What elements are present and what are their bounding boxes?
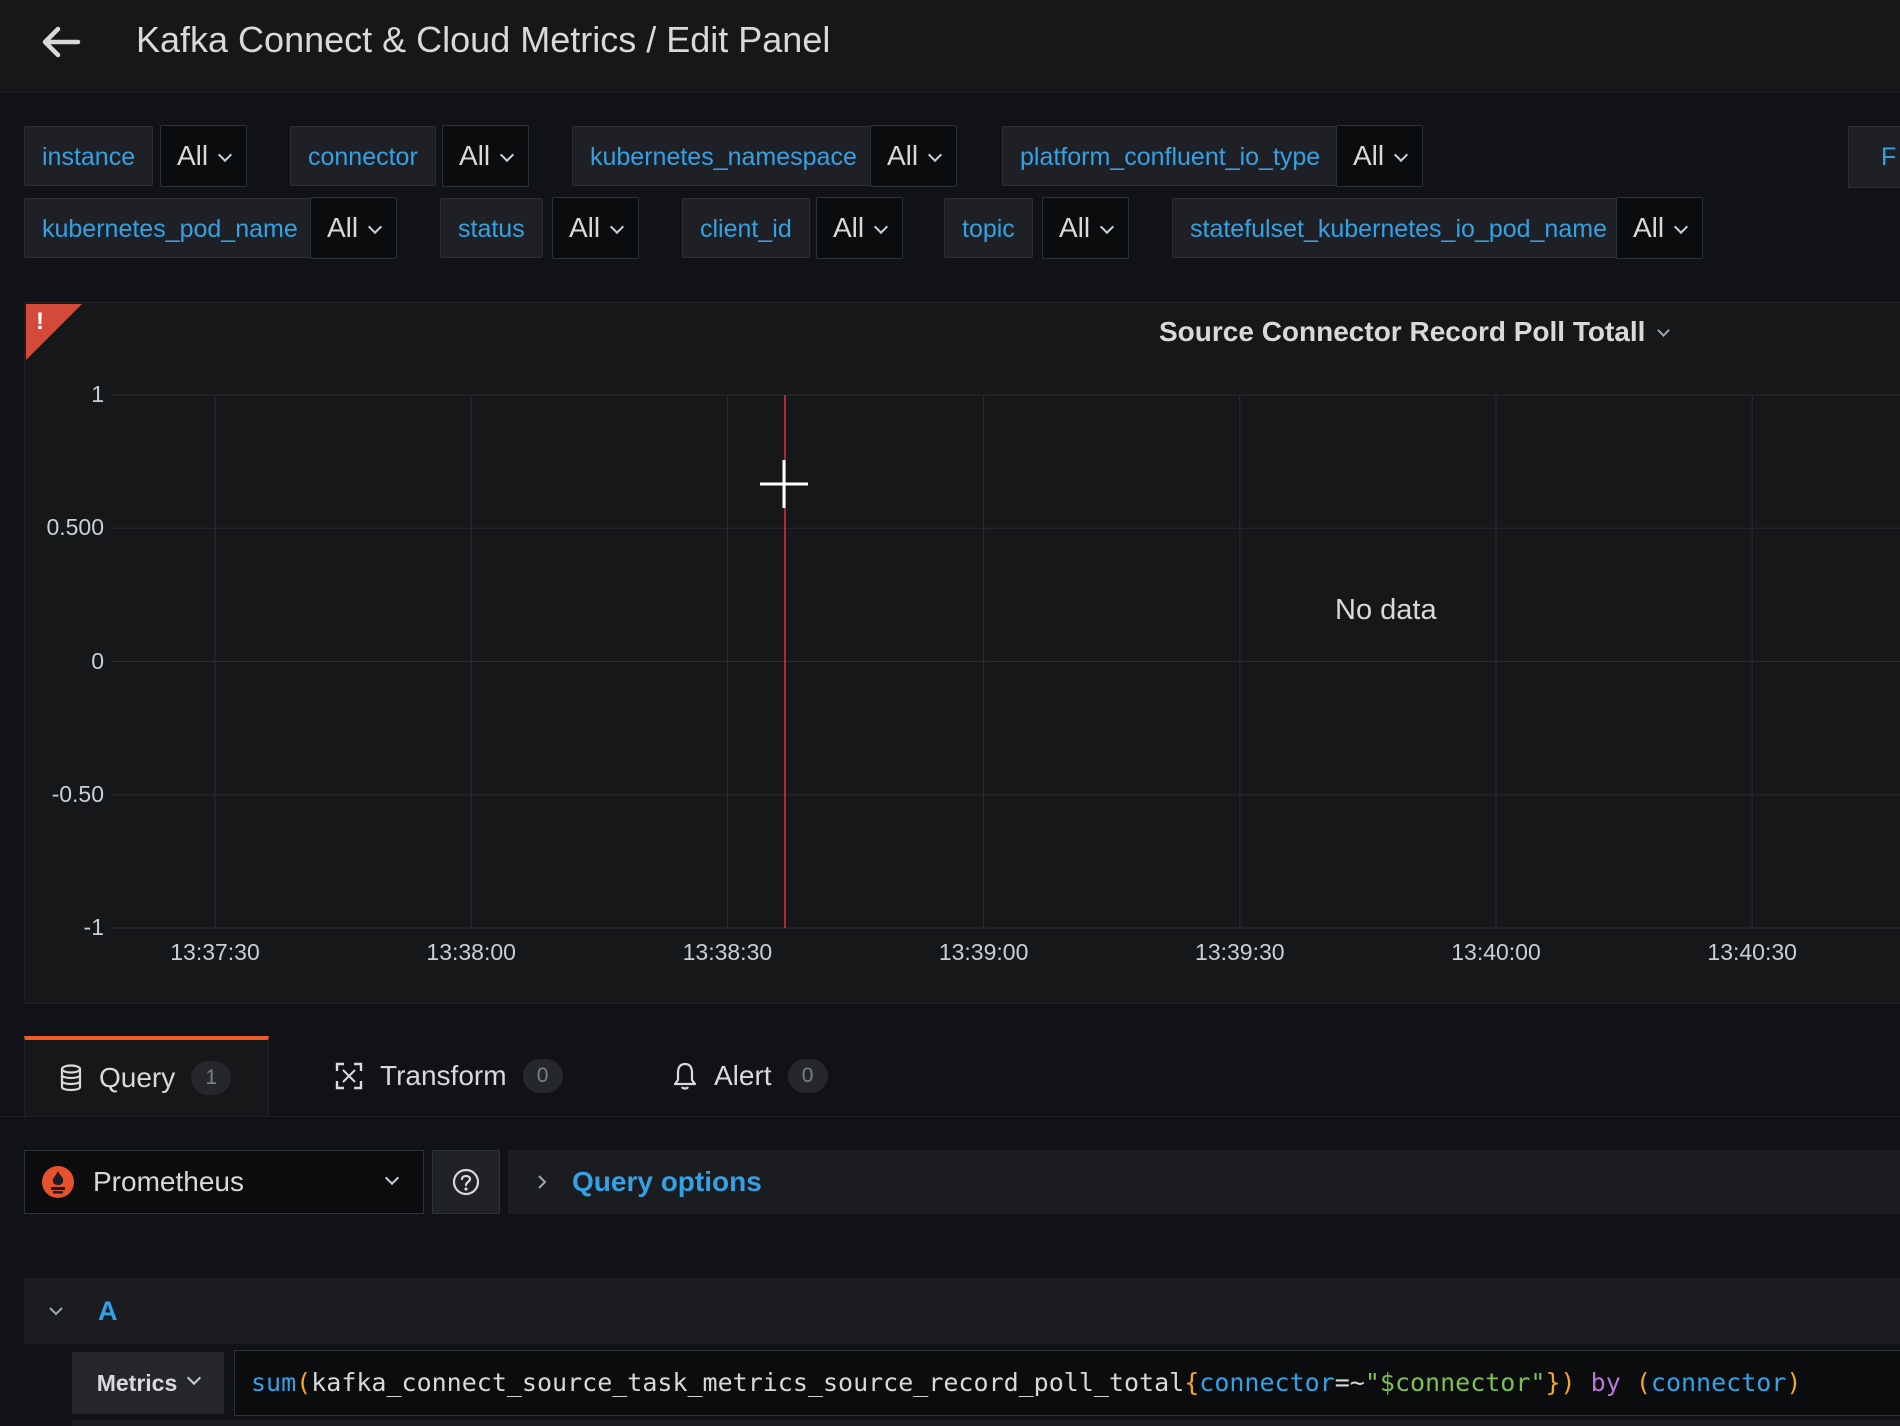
query-options-label: Query options bbox=[572, 1166, 762, 1197]
y-tick-label: 1 bbox=[91, 381, 104, 407]
tab-count-badge: 1 bbox=[191, 1061, 232, 1095]
query-token-brace: { bbox=[1184, 1368, 1200, 1397]
chevron-right-icon bbox=[538, 1175, 547, 1189]
query-token-string: "$connector" bbox=[1364, 1368, 1546, 1397]
query-token-function: sum bbox=[251, 1368, 297, 1397]
question-circle-icon bbox=[452, 1168, 480, 1196]
query-token-keyword: by bbox=[1590, 1368, 1621, 1397]
x-tick-label: 13:39:00 bbox=[938, 939, 1029, 965]
query-token-operator: =~ bbox=[1334, 1368, 1365, 1397]
bell-icon bbox=[672, 1061, 698, 1091]
tab-query[interactable]: Query 1 bbox=[24, 1036, 269, 1116]
transform-icon bbox=[334, 1061, 364, 1091]
crosshair-cursor-icon bbox=[760, 460, 808, 508]
query-token-paren: ( bbox=[296, 1368, 312, 1397]
chevron-down-icon[interactable] bbox=[46, 1301, 66, 1321]
y-tick-label: -0.50 bbox=[51, 780, 104, 807]
query-token-paren: ) bbox=[1786, 1368, 1802, 1397]
tab-count-badge: 0 bbox=[787, 1059, 828, 1093]
x-tick-label: 13:40:00 bbox=[1451, 939, 1541, 965]
query-token-brace: } bbox=[1545, 1368, 1561, 1397]
datasource-name: Prometheus bbox=[93, 1166, 244, 1197]
y-tick-label: -1 bbox=[83, 914, 104, 940]
no-data-message: No data bbox=[1335, 594, 1437, 626]
help-button[interactable] bbox=[432, 1150, 500, 1214]
query-ref-id: A bbox=[98, 1295, 118, 1326]
tab-label: Alert bbox=[714, 1060, 772, 1091]
query-editor-footer bbox=[72, 1420, 1900, 1426]
prometheus-icon bbox=[41, 1165, 75, 1199]
chevron-down-icon bbox=[187, 1370, 202, 1386]
tab-alert[interactable]: Alert 0 bbox=[672, 1036, 828, 1116]
query-token-paren: ( bbox=[1635, 1368, 1651, 1397]
y-tick-label: 0 bbox=[91, 647, 104, 674]
promql-query-input[interactable]: sum(kafka_connect_source_task_metrics_so… bbox=[234, 1350, 1900, 1416]
query-token-label: connector bbox=[1650, 1368, 1787, 1397]
x-tick-label: 13:38:30 bbox=[682, 939, 773, 965]
metrics-button-label: Metrics bbox=[96, 1369, 178, 1396]
y-tick-label: 0.500 bbox=[46, 514, 104, 541]
horizontal-gridlines bbox=[112, 394, 1900, 929]
editor-tabs-bar bbox=[0, 1034, 1900, 1117]
query-row-header[interactable]: A bbox=[24, 1278, 1900, 1344]
x-tick-label: 13:37:30 bbox=[170, 939, 260, 965]
query-token-paren: ) bbox=[1560, 1368, 1576, 1397]
metrics-browser-button[interactable]: Metrics bbox=[72, 1352, 224, 1414]
x-tick-label: 13:38:00 bbox=[426, 939, 516, 965]
query-token-label: connector bbox=[1199, 1368, 1335, 1397]
tab-label: Transform bbox=[380, 1060, 507, 1091]
query-token-metric: kafka_connect_source_task_metrics_source… bbox=[311, 1368, 1185, 1397]
datasource-picker[interactable]: Prometheus bbox=[24, 1150, 424, 1214]
tab-transform[interactable]: Transform 0 bbox=[334, 1036, 563, 1116]
tab-count-badge: 0 bbox=[522, 1059, 563, 1093]
x-tick-label: 13:40:30 bbox=[1707, 939, 1797, 965]
tab-label: Query bbox=[99, 1062, 176, 1093]
graph-plot-area[interactable] bbox=[0, 0, 1900, 1010]
chevron-down-icon bbox=[384, 1170, 400, 1186]
query-options-toggle[interactable]: Query options bbox=[508, 1150, 1900, 1214]
database-icon bbox=[59, 1064, 83, 1092]
x-tick-label: 13:39:30 bbox=[1195, 939, 1285, 965]
